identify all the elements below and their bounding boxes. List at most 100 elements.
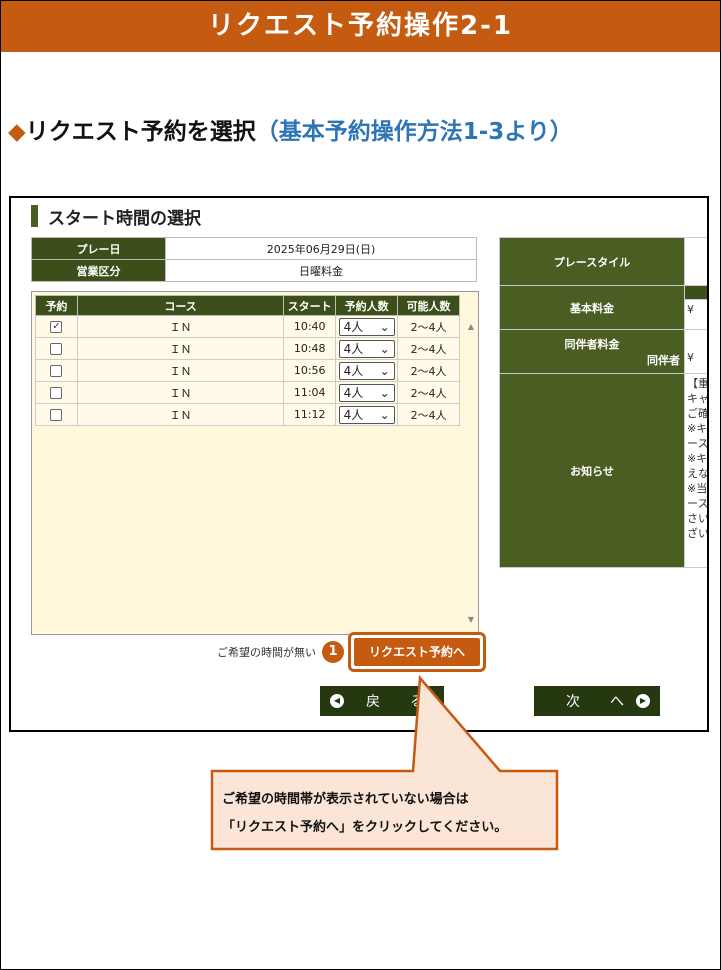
start-time-list[interactable]: 予約 コース スタート 予約人数 可能人数 ✓ ＩＮ 10:40 4人 ⌄ 2～4… bbox=[31, 291, 479, 635]
companion-fee-values: ¥ bbox=[684, 329, 707, 374]
base-fee-value: ¥ bbox=[684, 299, 707, 330]
notice-line: ざい bbox=[687, 527, 709, 540]
people-select-value: 4人 bbox=[343, 364, 364, 378]
people-select[interactable]: 4人 ⌄ bbox=[338, 339, 395, 358]
base-fee-label: 基本料金 bbox=[499, 285, 685, 330]
back-button-label: 戻 る bbox=[366, 694, 432, 710]
companion-fee-value: ¥ bbox=[687, 351, 694, 364]
notice-line: ース bbox=[687, 497, 709, 510]
reserve-checkbox[interactable]: ✓ bbox=[50, 321, 63, 333]
start-cell: 10:48 bbox=[283, 337, 337, 360]
start-cell: 11:12 bbox=[283, 403, 337, 426]
chevron-down-icon: ⌄ bbox=[379, 319, 390, 334]
people-select[interactable]: 4人 ⌄ bbox=[338, 361, 395, 380]
subheading-main: リクエスト予約を選択 bbox=[25, 119, 256, 145]
capacity-cell: 2～4人 bbox=[397, 359, 460, 382]
next-button[interactable]: 次 へ ▶ bbox=[534, 686, 660, 716]
no-time-text: ご希望の時間が無い bbox=[217, 646, 316, 659]
play-date-label: プレー日 bbox=[31, 237, 166, 260]
table-row[interactable]: ＩＮ 10:48 4人 ⌄ 2～4人 bbox=[35, 337, 460, 360]
people-select-value: 4人 bbox=[343, 386, 364, 400]
course-cell: ＩＮ bbox=[76, 403, 285, 426]
table-row[interactable]: ✓ ＩＮ 10:40 4人 ⌄ 2～4人 bbox=[35, 315, 460, 338]
capacity-cell: 2～4人 bbox=[397, 403, 460, 426]
business-label: 営業区分 bbox=[31, 259, 166, 282]
back-button[interactable]: ◀ 戻 る bbox=[320, 686, 444, 716]
scroll-down-icon[interactable]: ▼ bbox=[468, 615, 474, 624]
business-value: 日曜料金 bbox=[165, 259, 477, 282]
col-capacity: 可能人数 bbox=[397, 295, 460, 316]
subheading: ◆リクエスト予約を選択（基本予約操作方法1-3より） bbox=[8, 112, 573, 146]
people-select[interactable]: 4人 ⌄ bbox=[338, 383, 395, 402]
start-cell: 11:04 bbox=[283, 381, 337, 404]
arrow-right-icon: ▶ bbox=[636, 694, 650, 708]
diamond-icon: ◆ bbox=[8, 119, 26, 145]
table-row[interactable]: ＩＮ 11:04 4人 ⌄ 2～4人 bbox=[35, 381, 460, 404]
people-select[interactable]: 4人 ⌄ bbox=[338, 317, 395, 336]
table-row[interactable]: ＩＮ 10:56 4人 ⌄ 2～4人 bbox=[35, 359, 460, 382]
notice-text: 【重 キャ ご確 ※キ ース ※キ えな ※当 ース さい ざい bbox=[684, 373, 709, 568]
companion-fee-header bbox=[685, 330, 707, 346]
reserve-checkbox[interactable] bbox=[50, 409, 63, 421]
request-reservation-label: リクエスト予約へ bbox=[354, 638, 480, 666]
chevron-down-icon: ⌄ bbox=[379, 385, 390, 400]
companion-label: 同伴者 bbox=[647, 353, 680, 367]
notice-line: ご確 bbox=[687, 407, 709, 420]
people-select-value: 4人 bbox=[343, 408, 364, 422]
companion-fee-label: 同伴者料金 bbox=[564, 337, 620, 351]
callout-text: ご希望の時間帯が表示されていない場合は 「リクエスト予約へ」をクリックしてくださ… bbox=[222, 786, 552, 842]
callout-line-2: 「リクエスト予約へ」をクリックしてください。 bbox=[222, 820, 508, 835]
start-time-table: 予約 コース スタート 予約人数 可能人数 ✓ ＩＮ 10:40 4人 ⌄ 2～4… bbox=[35, 295, 460, 426]
notice-line: キャ bbox=[687, 392, 709, 405]
section-title-text: スタート時間の選択 bbox=[48, 208, 201, 229]
course-cell: ＩＮ bbox=[76, 381, 285, 404]
course-cell: ＩＮ bbox=[76, 315, 285, 338]
col-course: コース bbox=[76, 295, 285, 316]
table-row[interactable]: ＩＮ 11:12 4人 ⌄ 2～4人 bbox=[35, 403, 460, 426]
course-cell: ＩＮ bbox=[76, 359, 285, 382]
notice-line: ※当 bbox=[687, 482, 708, 495]
notice-line: さい bbox=[687, 512, 709, 525]
scroll-up-icon[interactable]: ▲ bbox=[468, 322, 474, 331]
step-number-badge: 1 bbox=[322, 641, 344, 663]
notice-label: お知らせ bbox=[499, 373, 685, 568]
reserve-checkbox[interactable] bbox=[50, 365, 63, 377]
reserve-checkbox[interactable] bbox=[50, 343, 63, 355]
capacity-cell: 2～4人 bbox=[397, 381, 460, 404]
next-button-label: 次 へ bbox=[566, 694, 632, 710]
chevron-down-icon: ⌄ bbox=[379, 363, 390, 378]
right-info-panel: プレースタイル 基本料金 ¥ 同伴者料金 同伴者 ¥ お知らせ 【重 キャ ご確… bbox=[499, 237, 709, 568]
chevron-down-icon: ⌄ bbox=[379, 341, 390, 356]
col-people: 予約人数 bbox=[335, 295, 399, 316]
people-select[interactable]: 4人 ⌄ bbox=[338, 405, 395, 424]
companion-fee-cell: 同伴者料金 同伴者 bbox=[499, 329, 685, 374]
request-reservation-button[interactable]: リクエスト予約へ bbox=[348, 632, 486, 672]
people-select-value: 4人 bbox=[343, 320, 364, 334]
business-row: 営業区分 日曜料金 bbox=[31, 259, 477, 282]
section-bar-icon bbox=[31, 205, 38, 227]
callout-line-1: ご希望の時間帯が表示されていない場合は bbox=[222, 792, 469, 807]
play-style-value bbox=[684, 237, 707, 286]
col-reserve: 予約 bbox=[35, 295, 78, 316]
play-date-row: プレー日 2025年06月29日(日) bbox=[31, 237, 477, 260]
chevron-down-icon: ⌄ bbox=[379, 407, 390, 422]
notice-line: ※キ bbox=[687, 452, 708, 465]
arrow-left-icon: ◀ bbox=[330, 694, 344, 708]
people-select-value: 4人 bbox=[343, 342, 364, 356]
course-cell: ＩＮ bbox=[76, 337, 285, 360]
play-style-label: プレースタイル bbox=[499, 237, 685, 286]
notice-line: 【重 bbox=[687, 377, 709, 390]
reserve-checkbox[interactable] bbox=[50, 387, 63, 399]
start-cell: 10:56 bbox=[283, 359, 337, 382]
notice-line: ※キ bbox=[687, 422, 708, 435]
base-fee-header bbox=[684, 285, 707, 300]
header-banner: リクエスト予約操作2-1 bbox=[1, 1, 720, 52]
play-date-value: 2025年06月29日(日) bbox=[165, 237, 477, 260]
capacity-cell: 2～4人 bbox=[397, 337, 460, 360]
section-title: スタート時間の選択 bbox=[31, 205, 201, 229]
notice-line: ース bbox=[687, 437, 709, 450]
play-info-table: プレー日 2025年06月29日(日) 営業区分 日曜料金 bbox=[31, 237, 477, 282]
start-cell: 10:40 bbox=[283, 315, 337, 338]
subheading-reference: （基本予約操作方法1-3より） bbox=[255, 119, 573, 145]
notice-line: えな bbox=[687, 467, 709, 480]
